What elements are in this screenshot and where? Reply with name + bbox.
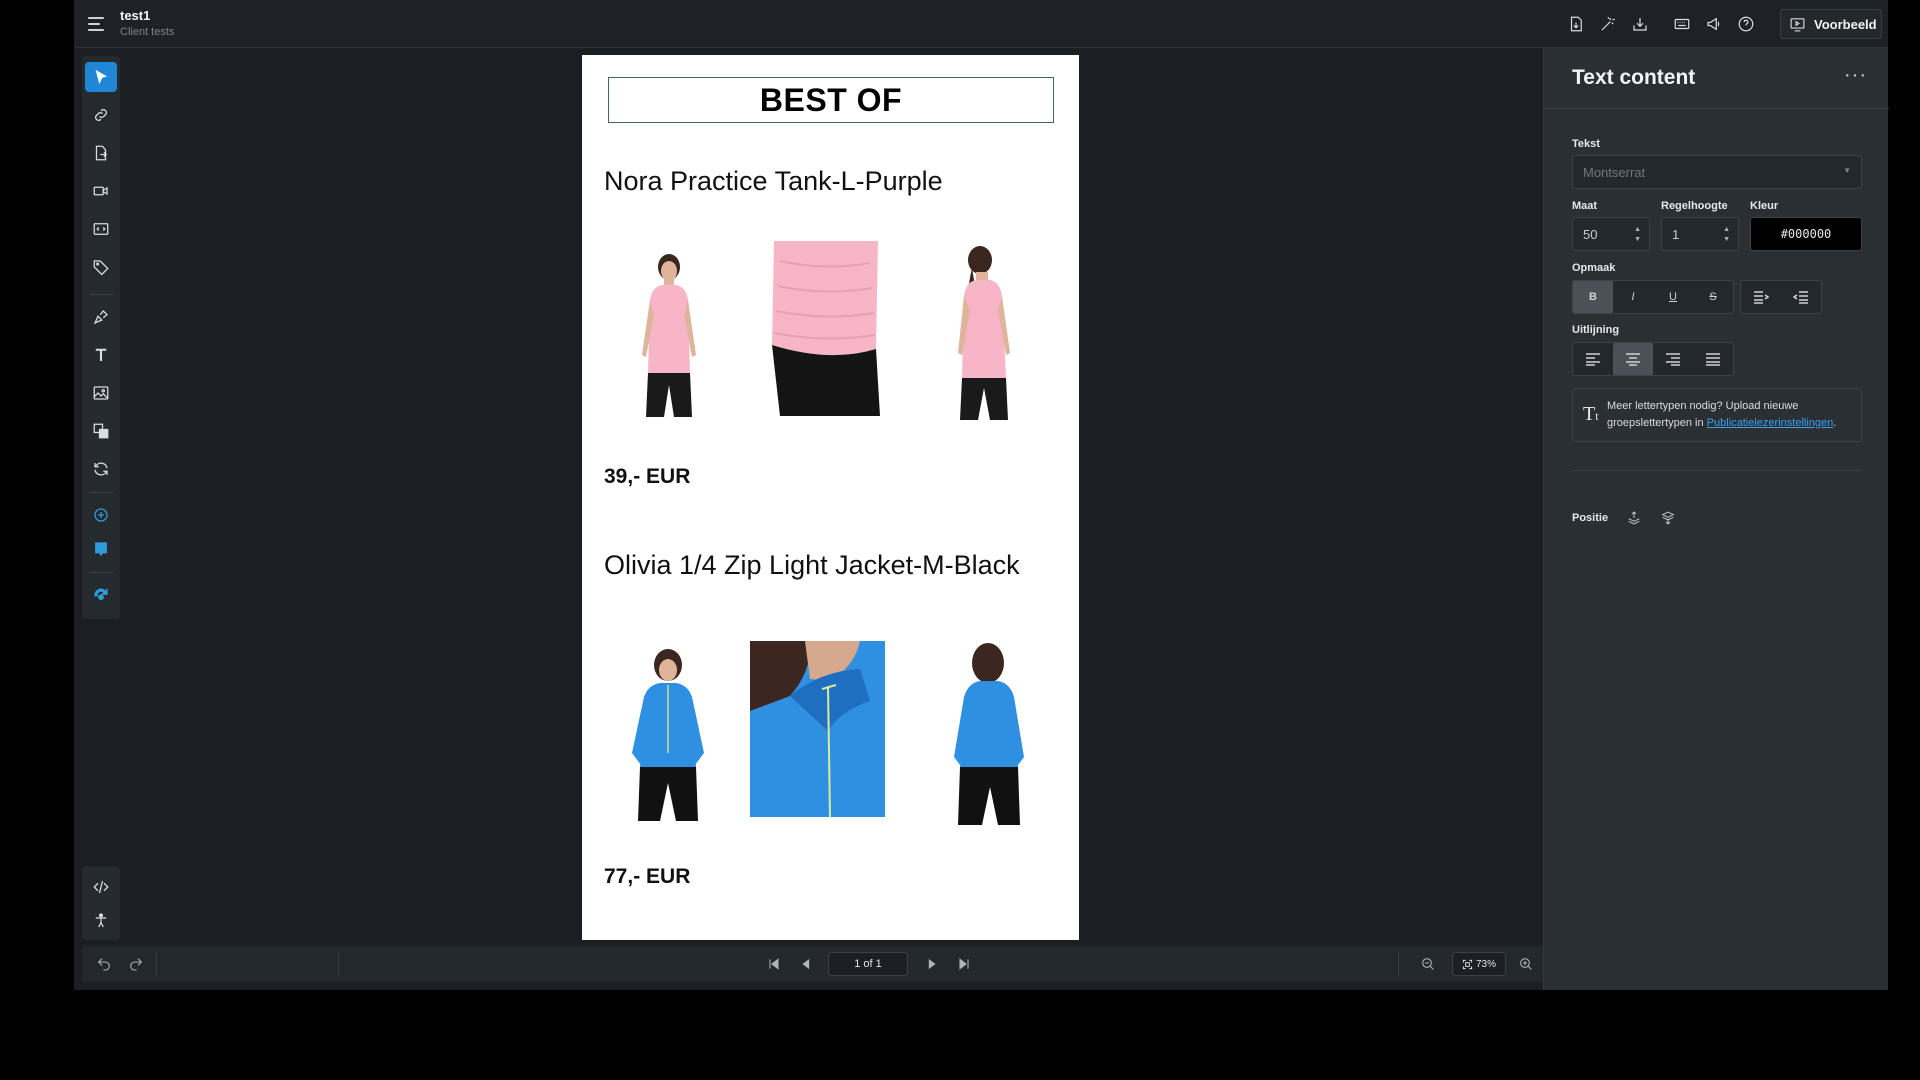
preview-icon: [1790, 17, 1805, 31]
product-name[interactable]: Nora Practice Tank-L-Purple: [604, 165, 1024, 197]
strikethrough-button[interactable]: S: [1693, 281, 1733, 313]
link-tool-icon[interactable]: [85, 100, 117, 130]
product-name[interactable]: Olivia 1/4 Zip Light Jacket-M-Black: [604, 549, 1024, 581]
zoom-in-icon[interactable]: [1514, 952, 1538, 976]
font-upload-info: Tt Meer lettertypen nodig? Upload nieuwe…: [1572, 388, 1862, 442]
fit-screen-icon: [1462, 959, 1473, 969]
font-family-select[interactable]: Montserrat ▼: [1572, 155, 1862, 189]
help-icon[interactable]: [1734, 12, 1758, 36]
font-icon: Tt: [1583, 403, 1599, 425]
bring-forward-icon[interactable]: [1624, 508, 1644, 528]
announcement-icon[interactable]: [1702, 12, 1726, 36]
line-height-stepper[interactable]: ▲ ▼: [1723, 226, 1730, 243]
align-left-icon[interactable]: [1573, 343, 1613, 375]
list-button-group: [1740, 280, 1822, 314]
select-tool-icon[interactable]: [85, 62, 117, 92]
export-file-icon[interactable]: [1564, 12, 1588, 36]
redo-icon[interactable]: [124, 952, 148, 976]
product-image-tank-back[interactable]: [930, 238, 1035, 423]
add-circle-icon[interactable]: [85, 500, 117, 530]
format-button-group: B I U S: [1572, 280, 1734, 314]
line-height-input[interactable]: 1 ▲ ▼: [1661, 217, 1739, 251]
align-right-icon[interactable]: [1653, 343, 1693, 375]
pen-tool-icon[interactable]: [85, 302, 117, 332]
product-image-jacket-front[interactable]: [610, 643, 725, 823]
panel-title: Text content: [1572, 66, 1696, 89]
page-heading: BEST OF: [759, 81, 903, 118]
menu-icon[interactable]: [88, 12, 112, 36]
text-tool-icon[interactable]: [85, 340, 117, 370]
page-link-tool-icon[interactable]: [85, 138, 117, 168]
alignment-label: Uitlijning: [1572, 324, 1620, 336]
bottom-bar: 1 of 1 73%: [82, 946, 1552, 982]
product-image-tank-front[interactable]: [612, 245, 722, 420]
outdent-icon[interactable]: [1741, 281, 1781, 313]
publication-reader-settings-link[interactable]: Publicatielezerinstellingen: [1707, 417, 1834, 429]
shapes-tool-icon[interactable]: [85, 416, 117, 446]
keyboard-icon[interactable]: [1670, 12, 1694, 36]
embed-tool-icon[interactable]: [85, 214, 117, 244]
page-indicator[interactable]: 1 of 1: [828, 952, 908, 976]
previous-page-icon[interactable]: [794, 952, 818, 976]
preview-button[interactable]: Voorbeeld: [1780, 9, 1882, 39]
font-family-value: Montserrat: [1583, 164, 1646, 180]
preview-label: Voorbeeld: [1814, 16, 1877, 32]
left-toolbar: [82, 56, 120, 619]
size-label: Maat: [1572, 200, 1598, 212]
font-size-stepper[interactable]: ▲ ▼: [1634, 226, 1641, 243]
widget-icon[interactable]: [85, 534, 117, 564]
send-backward-icon[interactable]: [1658, 508, 1678, 528]
chevron-down-icon: ▼: [1843, 166, 1851, 175]
editor-app: test1 Client tests Voorbeeld BEST OF Nor…: [74, 0, 1889, 990]
code-icon[interactable]: [85, 872, 117, 902]
image-tool-icon[interactable]: [85, 378, 117, 408]
product-price[interactable]: 39,- EUR: [604, 465, 690, 489]
indent-icon[interactable]: [1781, 281, 1821, 313]
underline-button[interactable]: U: [1653, 281, 1693, 313]
publication-page[interactable]: BEST OF Nora Practice Tank-L-Purple 39,-…: [582, 55, 1079, 940]
magic-wand-icon[interactable]: [1596, 12, 1620, 36]
download-icon[interactable]: [1628, 12, 1652, 36]
undo-icon[interactable]: [92, 952, 116, 976]
color-label: Kleur: [1750, 200, 1779, 212]
font-size-value: 50: [1583, 226, 1598, 242]
zoom-value: 73%: [1475, 958, 1496, 970]
info-suffix: .: [1833, 417, 1837, 429]
zoom-out-icon[interactable]: [1416, 952, 1440, 976]
position-label: Positie: [1572, 512, 1609, 524]
product-price[interactable]: 77,- EUR: [604, 865, 690, 889]
page-heading-box[interactable]: BEST OF: [608, 77, 1054, 123]
tag-tool-icon[interactable]: [85, 252, 117, 282]
font-label: Tekst: [1572, 138, 1600, 150]
left-toolbar-bottom: [82, 866, 120, 940]
properties-panel: Text content ··· Tekst Montserrat ▼ Maat…: [1543, 48, 1889, 990]
refresh-icon[interactable]: [85, 454, 117, 484]
plugin-icon[interactable]: [85, 580, 117, 610]
line-height-value: 1: [1672, 226, 1680, 242]
color-input[interactable]: #000000: [1750, 217, 1862, 251]
product-image-jacket-detail[interactable]: [750, 641, 885, 817]
alignment-button-group: [1572, 342, 1734, 376]
zoom-level[interactable]: 73%: [1452, 952, 1506, 976]
align-justify-icon[interactable]: [1693, 343, 1733, 375]
line-height-label: Regelhoogte: [1661, 200, 1728, 212]
document-title: test1: [120, 8, 151, 23]
top-bar: test1 Client tests Voorbeeld: [74, 0, 1888, 48]
align-center-icon[interactable]: [1613, 343, 1653, 375]
document-subtitle: Client tests: [120, 26, 175, 38]
format-label: Opmaak: [1572, 262, 1616, 274]
more-options-icon[interactable]: ···: [1844, 64, 1867, 87]
last-page-icon[interactable]: [952, 952, 976, 976]
italic-button[interactable]: I: [1613, 281, 1653, 313]
next-page-icon[interactable]: [920, 952, 944, 976]
first-page-icon[interactable]: [762, 952, 786, 976]
product-image-jacket-back[interactable]: [934, 637, 1044, 827]
bold-button[interactable]: B: [1573, 281, 1613, 313]
accessibility-icon[interactable]: [85, 906, 117, 936]
font-size-input[interactable]: 50 ▲ ▼: [1572, 217, 1650, 251]
product-image-tank-detail[interactable]: [760, 241, 885, 416]
video-tool-icon[interactable]: [85, 176, 117, 206]
